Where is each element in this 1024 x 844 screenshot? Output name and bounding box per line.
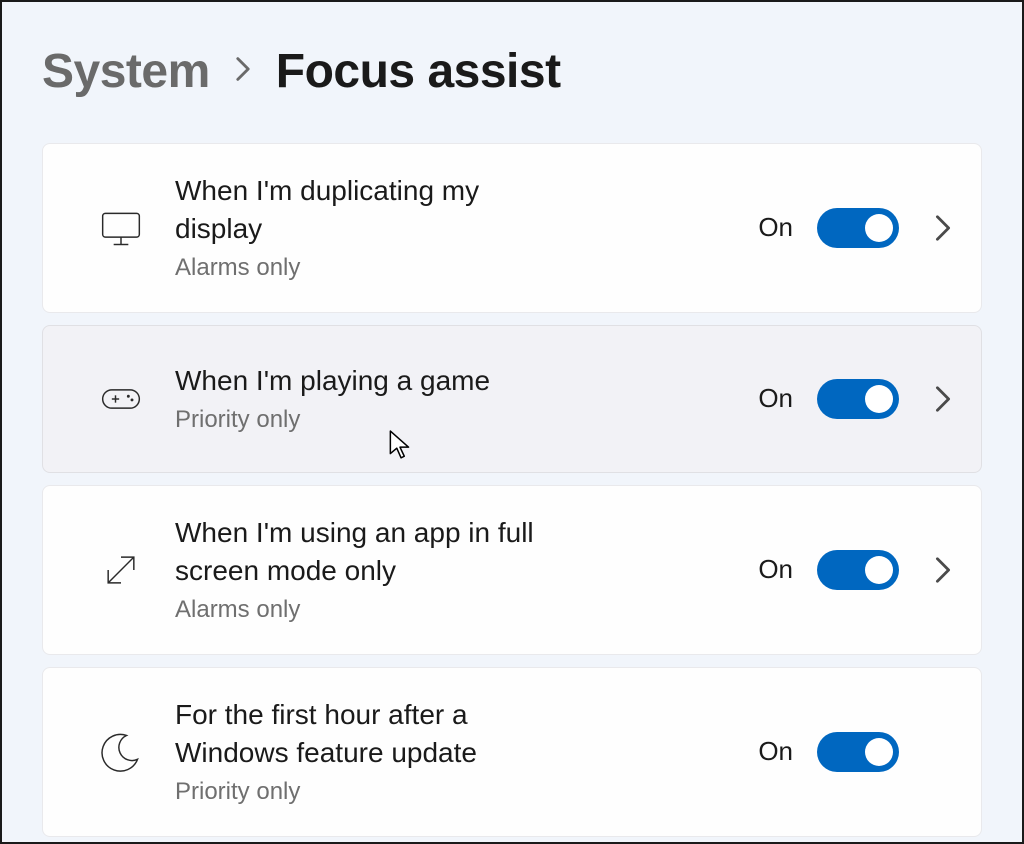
setting-playing-game[interactable]: When I'm playing a game Priority only On	[42, 325, 982, 473]
chevron-right-icon	[234, 53, 252, 90]
setting-text: When I'm using an app in full screen mod…	[175, 514, 730, 626]
setting-subtitle: Priority only	[175, 776, 730, 808]
setting-controls: On	[758, 732, 955, 772]
setting-text: When I'm duplicating my display Alarms o…	[175, 172, 730, 284]
expand-chevron-icon[interactable]	[931, 387, 955, 411]
toggle-switch[interactable]	[817, 550, 899, 590]
setting-fullscreen-app[interactable]: When I'm using an app in full screen mod…	[42, 485, 982, 655]
setting-subtitle: Alarms only	[175, 594, 730, 626]
setting-controls: On	[758, 550, 955, 590]
setting-subtitle: Alarms only	[175, 252, 730, 284]
setting-text: When I'm playing a game Priority only	[175, 362, 730, 436]
breadcrumb-parent[interactable]: System	[42, 44, 210, 99]
setting-title: When I'm using an app in full screen mod…	[175, 514, 565, 590]
setting-duplicating-display[interactable]: When I'm duplicating my display Alarms o…	[42, 143, 982, 313]
setting-subtitle: Priority only	[175, 404, 730, 436]
toggle-state-label: On	[758, 736, 793, 767]
toggle-switch[interactable]	[817, 208, 899, 248]
toggle-state-label: On	[758, 554, 793, 585]
expand-chevron-icon[interactable]	[931, 558, 955, 582]
gamepad-icon	[95, 373, 147, 425]
expand-arrows-icon	[95, 544, 147, 596]
setting-controls: On	[758, 379, 955, 419]
toggle-state-label: On	[758, 383, 793, 414]
setting-title: For the first hour after a Windows featu…	[175, 696, 565, 772]
toggle-switch[interactable]	[817, 732, 899, 772]
expand-chevron-icon[interactable]	[931, 216, 955, 240]
setting-text: For the first hour after a Windows featu…	[175, 696, 730, 808]
moon-icon	[95, 726, 147, 778]
monitor-icon	[95, 202, 147, 254]
breadcrumb: System Focus assist	[42, 44, 1004, 99]
setting-title: When I'm duplicating my display	[175, 172, 565, 248]
settings-list: When I'm duplicating my display Alarms o…	[42, 143, 1004, 837]
toggle-state-label: On	[758, 212, 793, 243]
toggle-switch[interactable]	[817, 379, 899, 419]
setting-windows-update[interactable]: For the first hour after a Windows featu…	[42, 667, 982, 837]
breadcrumb-current: Focus assist	[276, 44, 561, 99]
setting-controls: On	[758, 208, 955, 248]
setting-title: When I'm playing a game	[175, 362, 565, 400]
